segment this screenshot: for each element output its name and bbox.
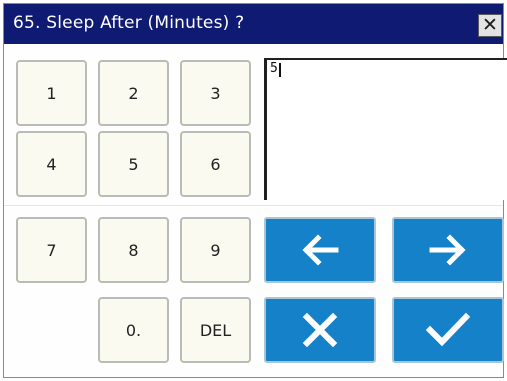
move-left-button[interactable]	[264, 217, 376, 283]
close-button[interactable]: ✕	[478, 14, 502, 37]
key-label: 4	[46, 154, 57, 174]
key-3[interactable]: 3	[180, 60, 251, 126]
arrow-right-icon	[429, 234, 466, 266]
key-9[interactable]: 9	[180, 217, 251, 283]
sleep-after-dialog: 65. Sleep After (Minutes) ? ✕ 1 2 3 4 5 …	[3, 3, 507, 378]
dialog-title: 65. Sleep After (Minutes) ?	[13, 13, 245, 33]
key-label: 7	[46, 240, 57, 260]
move-right-button[interactable]	[392, 217, 504, 283]
close-icon: ✕	[482, 14, 498, 36]
key-label: 8	[128, 240, 139, 260]
key-label: 0.	[125, 320, 142, 340]
key-label: 5	[128, 154, 139, 174]
cancel-button[interactable]	[264, 297, 376, 363]
key-6[interactable]: 6	[180, 131, 251, 197]
key-8[interactable]: 8	[98, 217, 169, 283]
key-delete[interactable]: DEL	[180, 297, 251, 363]
key-label: 3	[210, 83, 221, 103]
title-bar: 65. Sleep After (Minutes) ? ✕	[4, 4, 503, 44]
key-1[interactable]: 1	[16, 60, 87, 126]
value-display[interactable]: 5	[264, 58, 507, 200]
key-label: DEL	[199, 320, 232, 340]
key-label: 6	[210, 154, 221, 174]
key-5[interactable]: 5	[98, 131, 169, 197]
key-0-decimal[interactable]: 0.	[98, 297, 169, 363]
key-label: 2	[128, 83, 139, 103]
arrow-left-icon	[302, 234, 339, 266]
cancel-x-icon	[302, 312, 338, 348]
text-caret	[279, 63, 281, 77]
key-label: 9	[210, 240, 221, 260]
key-4[interactable]: 4	[16, 131, 87, 197]
key-7[interactable]: 7	[16, 217, 87, 283]
key-2[interactable]: 2	[98, 60, 169, 126]
ok-button[interactable]	[392, 297, 504, 363]
section-divider	[4, 205, 503, 206]
key-label: 1	[46, 83, 57, 103]
checkmark-icon	[426, 312, 470, 347]
value-text: 5	[270, 61, 278, 76]
